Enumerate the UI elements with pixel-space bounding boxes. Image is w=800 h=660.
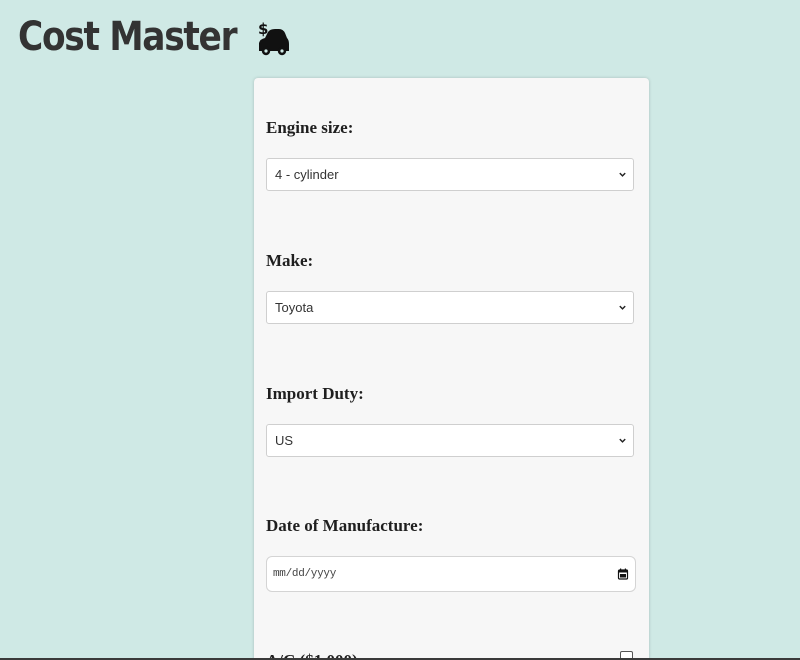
date-placeholder: mm/dd/yyyy — [273, 568, 337, 580]
chevron-down-icon — [619, 172, 626, 177]
app-header: Cost Master $ — [18, 12, 290, 62]
engine-size-select[interactable]: 4 - cylinder — [266, 158, 634, 191]
date-of-manufacture-input[interactable]: mm/dd/yyyy — [266, 556, 636, 592]
make-select[interactable]: Toyota — [266, 291, 634, 324]
date-of-manufacture-label: Date of Manufacture: — [266, 516, 424, 535]
car-dollar-icon: $ — [258, 20, 289, 56]
engine-size-value: 4 - cylinder — [275, 167, 339, 182]
engine-size-label: Engine size: — [266, 118, 354, 137]
cost-form-card: Engine size: 4 - cylinder Make: Toyota I… — [254, 78, 649, 660]
chevron-down-icon — [619, 438, 626, 443]
import-duty-label: Import Duty: — [266, 384, 364, 403]
make-label: Make: — [266, 251, 314, 270]
import-duty-value: US — [275, 433, 294, 448]
calendar-icon[interactable] — [617, 568, 629, 580]
chevron-down-icon — [619, 305, 626, 310]
app-title: Cost Master — [18, 14, 238, 60]
make-value: Toyota — [275, 300, 314, 315]
import-duty-select[interactable]: US — [266, 424, 634, 457]
